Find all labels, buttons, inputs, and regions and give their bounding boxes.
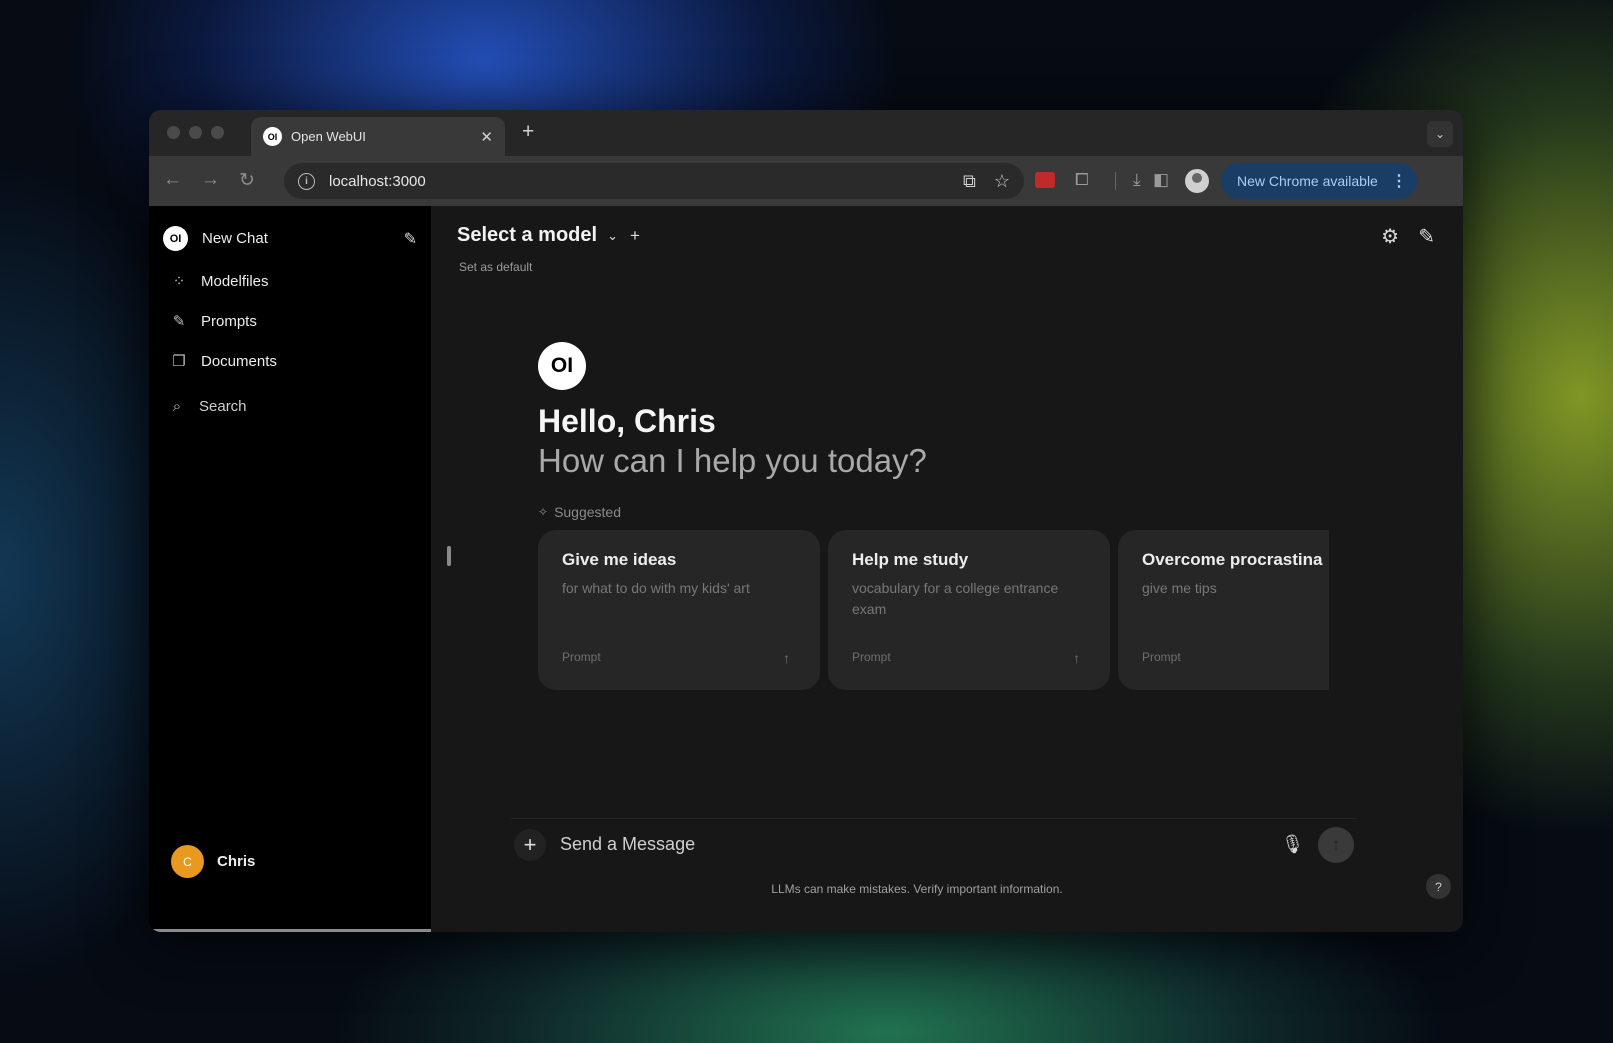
address-bar[interactable]: i localhost:3000 ⧉ ☆ xyxy=(284,163,1024,199)
sidebar-item-modelfiles[interactable]: ⁘ Modelfiles xyxy=(167,272,269,291)
chevron-down-icon[interactable]: ⌄ xyxy=(607,228,618,244)
window-zoom-dot[interactable] xyxy=(211,126,224,139)
window-minimize-dot[interactable] xyxy=(189,126,202,139)
tab-title: Open WebUI xyxy=(291,129,366,144)
send-button[interactable]: ↑ xyxy=(1318,826,1354,863)
card-title: Overcome procrastina xyxy=(1142,550,1323,569)
window-close-dot[interactable] xyxy=(167,126,180,139)
tab-strip: OI Open WebUI ✕ + ⌄ xyxy=(149,110,1463,156)
sidebar-search[interactable]: ⌕ Search xyxy=(165,398,247,415)
card-subtitle: for what to do with my kids' art xyxy=(562,580,750,596)
sparkle-icon: ✧ xyxy=(538,505,549,519)
help-button[interactable]: ? xyxy=(1426,874,1451,899)
puzzle-icon[interactable]: ⧠ xyxy=(1075,170,1089,190)
new-chat-label: New Chat xyxy=(202,230,268,247)
message-composer: + 🎙 ↑ xyxy=(511,818,1357,870)
browser-window: OI Open WebUI ✕ + ⌄ ← → ↻ i localhost:30… xyxy=(149,110,1463,932)
download-icon[interactable]: ⤓ xyxy=(1133,170,1141,190)
sidebar-item-label: Prompts xyxy=(201,312,257,330)
chat-main: Select a model ⌄ + Set as default ⚙ ✎ OI… xyxy=(431,206,1463,932)
toolbar-divider xyxy=(1115,172,1116,190)
avatar: C xyxy=(171,845,204,878)
site-info-icon[interactable]: i xyxy=(298,172,315,190)
suggestion-card[interactable]: Give me ideas for what to do with my kid… xyxy=(538,530,820,690)
compose-icon[interactable]: ✎ xyxy=(404,229,417,249)
open-webui-app: OI New Chat ✎ ⁘ Modelfiles ✎ Prompts ❐ D… xyxy=(149,206,1463,932)
sidebar-item-label: Documents xyxy=(201,352,277,370)
tab-open-webui[interactable]: OI Open WebUI ✕ xyxy=(251,117,505,156)
sidebar: OI New Chat ✎ ⁘ Modelfiles ✎ Prompts ❐ D… xyxy=(149,206,499,932)
model-select-label: Select a model xyxy=(457,224,598,246)
sidebar-item-label: Modelfiles xyxy=(201,272,269,290)
new-tab-icon[interactable]: + xyxy=(522,120,534,144)
search-label: Search xyxy=(199,398,247,415)
documents-icon: ❐ xyxy=(172,353,186,370)
profile-avatar-icon[interactable] xyxy=(1185,169,1209,193)
card-tag: Prompt xyxy=(852,650,891,664)
subheading: How can I help you today? xyxy=(538,442,927,479)
chrome-update-button[interactable]: New Chrome available ⋮ xyxy=(1221,163,1417,199)
message-input[interactable] xyxy=(560,834,1282,855)
back-icon[interactable]: ← xyxy=(163,169,182,191)
microphone-icon[interactable]: 🎙 xyxy=(1281,834,1304,855)
arrow-up-icon: ↑ xyxy=(1073,650,1080,666)
modelfiles-icon: ⁘ xyxy=(172,273,186,290)
settings-gear-icon[interactable]: ⚙ xyxy=(1381,224,1399,249)
card-tag: Prompt xyxy=(1142,650,1181,664)
tab-close-icon[interactable]: ✕ xyxy=(480,128,493,146)
new-chat-compose-icon[interactable]: ✎ xyxy=(1418,224,1435,249)
disclaimer-text: LLMs can make mistakes. Verify important… xyxy=(771,882,1063,896)
reload-icon[interactable]: ↻ xyxy=(239,169,255,192)
search-icon: ⌕ xyxy=(172,398,182,415)
user-name: Chris xyxy=(217,853,256,870)
card-tag: Prompt xyxy=(562,650,601,664)
bookmark-star-icon[interactable]: ☆ xyxy=(994,171,1010,192)
set-default-link[interactable]: Set as default xyxy=(459,260,532,274)
add-model-icon[interactable]: + xyxy=(630,226,640,246)
tab-favicon: OI xyxy=(263,127,282,146)
model-selector[interactable]: Select a model ⌄ + xyxy=(457,224,640,247)
plus-icon[interactable]: + xyxy=(514,828,546,861)
user-menu[interactable]: C Chris xyxy=(171,845,255,878)
sidebar-item-documents[interactable]: ❐ Documents xyxy=(167,352,277,371)
url-text[interactable]: localhost:3000 xyxy=(329,173,945,190)
card-subtitle: vocabulary for a college entrance exam xyxy=(852,580,1059,617)
sidebar-toggle-handle[interactable] xyxy=(447,546,451,566)
suggestion-cards: Give me ideas for what to do with my kid… xyxy=(538,530,1329,690)
extension-icon[interactable] xyxy=(1035,172,1055,188)
forward-icon[interactable]: → xyxy=(201,169,220,191)
pencil-icon: ✎ xyxy=(172,313,186,330)
tab-search-chevron-icon[interactable]: ⌄ xyxy=(1427,121,1453,147)
browser-toolbar: ← → ↻ i localhost:3000 ⧉ ☆ ⧠ ⤓ ◧ New Chr… xyxy=(149,156,1463,206)
openwebui-logo: OI xyxy=(163,226,188,251)
suggestion-card[interactable]: Overcome procrastina give me tips Prompt xyxy=(1118,530,1329,690)
openwebui-logo-large: OI xyxy=(538,342,586,390)
side-panel-icon[interactable]: ◧ xyxy=(1153,170,1169,190)
install-app-icon[interactable]: ⧉ xyxy=(963,171,976,192)
update-label: New Chrome available xyxy=(1237,173,1378,189)
card-subtitle: give me tips xyxy=(1142,580,1217,596)
card-title: Help me study xyxy=(852,550,969,569)
sidebar-item-prompts[interactable]: ✎ Prompts xyxy=(167,312,257,331)
more-vert-icon[interactable]: ⋮ xyxy=(1391,171,1407,191)
card-title: Give me ideas xyxy=(562,550,677,569)
new-chat-button[interactable]: OI New Chat ✎ xyxy=(163,226,417,251)
suggestion-card[interactable]: Help me study vocabulary for a college e… xyxy=(828,530,1110,690)
suggested-heading: ✧ Suggested xyxy=(538,504,621,520)
arrow-up-icon: ↑ xyxy=(783,650,790,666)
suggested-label: Suggested xyxy=(554,504,622,520)
greeting: Hello, Chris xyxy=(538,403,716,439)
